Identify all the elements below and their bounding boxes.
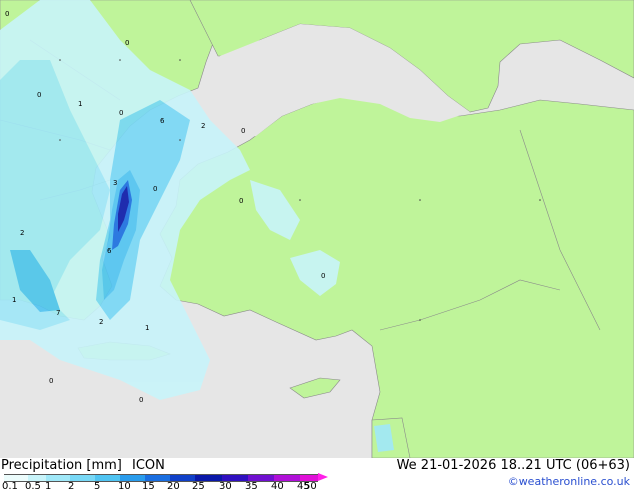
credit-link[interactable]: ©weatheronline.co.uk [508, 475, 630, 489]
legend-arrow-icon [318, 473, 328, 481]
legend-tick-label: 25 [192, 481, 205, 492]
map-value-label: 0 [241, 127, 246, 135]
map-value-label: 0 [239, 197, 244, 205]
map-value-label: 1 [78, 100, 83, 108]
legend-tick-label: 5 [94, 481, 101, 492]
map-value-label: 6 [107, 247, 112, 255]
legend-tick-label: 40 [271, 481, 284, 492]
legend-tick-label: 0.1 [2, 481, 18, 492]
map-value-label: 2 [201, 122, 206, 130]
map-value-label: 0 [37, 91, 42, 99]
legend-tick-label: 15 [142, 481, 155, 492]
legend-tick-label: 10 [118, 481, 131, 492]
map-value-label: 2 [99, 318, 104, 326]
legend-tick-label: 30 [219, 481, 232, 492]
model-name: ICON [132, 458, 165, 473]
legend-title: Precipitation [mm] ICON [1, 459, 165, 473]
map-value-label: 2 [20, 229, 25, 237]
legend-tick-label: 0.5 [25, 481, 41, 492]
map-value-label: 0 [125, 39, 130, 47]
legend-tick-label: 1 [45, 481, 52, 492]
legend-tick-label: 50 [304, 481, 317, 492]
map-value-label: 7 [56, 309, 61, 317]
map-value-label: 0 [119, 109, 124, 117]
map-value-label: 0 [321, 272, 326, 280]
legend-tick-label: 35 [245, 481, 258, 492]
map-value-label: 1 [145, 324, 150, 332]
legend-tick-label: 2 [68, 481, 75, 492]
map-value-label: 1 [12, 296, 17, 304]
legend-tick-label: 20 [167, 481, 180, 492]
map-value-label: 3 [113, 179, 118, 187]
precipitation-title: Precipitation [mm] [1, 458, 122, 473]
valid-time: We 21-01-2026 18..21 UTC (06+63) [396, 458, 630, 473]
map-value-label: 6 [160, 117, 165, 125]
map-value-label: 0 [153, 185, 158, 193]
map-value-label: 0 [139, 396, 144, 404]
map-value-label: 0 [49, 377, 54, 385]
map-value-label: 0 [5, 10, 10, 18]
precipitation-map [0, 0, 634, 458]
